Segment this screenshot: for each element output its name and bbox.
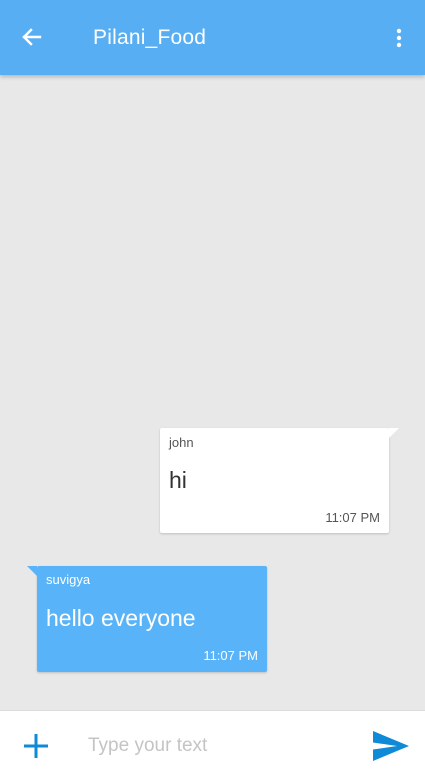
message-timestamp: 11:07 PM [325, 510, 380, 525]
overflow-menu-button[interactable] [386, 22, 412, 54]
message-sender: john [169, 435, 194, 450]
message-composer [0, 710, 425, 781]
chat-title: Pilani_Food [93, 26, 207, 49]
app-bar: Pilani_Food [0, 0, 425, 75]
incoming-message[interactable]: suvigya hello everyone 11:07 PM [27, 566, 267, 672]
add-attachment-button[interactable] [20, 730, 52, 762]
bubble-tail [389, 428, 399, 438]
send-icon [373, 731, 409, 761]
arrow-back-icon [22, 28, 42, 46]
plus-icon [24, 734, 48, 758]
outgoing-message[interactable]: john hi 11:07 PM [160, 428, 399, 533]
message-sender: suvigya [46, 572, 91, 587]
back-button[interactable] [16, 22, 46, 52]
message-text: hi [169, 467, 187, 493]
message-list[interactable]: john hi 11:07 PM suvigya hello everyone … [0, 75, 425, 710]
message-text: hello everyone [46, 605, 196, 631]
message-timestamp: 11:07 PM [203, 648, 258, 663]
send-button[interactable] [371, 729, 411, 763]
more-vert-icon [396, 28, 402, 48]
message-input[interactable] [86, 728, 360, 764]
bubble-tail [27, 566, 37, 576]
